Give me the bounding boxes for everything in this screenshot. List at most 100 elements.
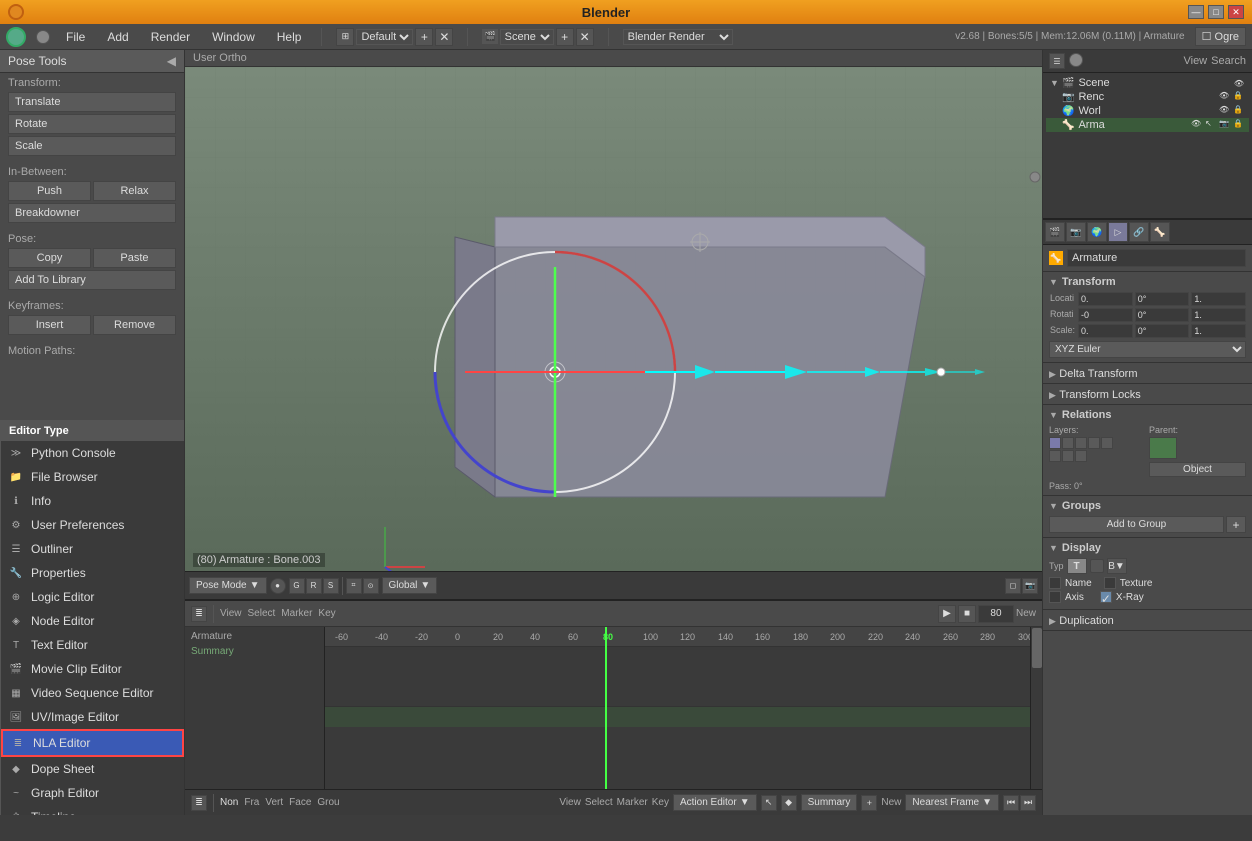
name-checkbox[interactable] <box>1049 577 1061 589</box>
renc-eye-icon[interactable]: 👁 <box>1219 91 1231 103</box>
properties-item[interactable]: 🔧 Properties <box>1 561 184 585</box>
marker-btn[interactable]: Marker <box>281 608 312 619</box>
summary-dropdown[interactable]: Summary <box>801 794 858 811</box>
worl-item[interactable]: 🌍 Worl 👁 🔒 <box>1046 104 1249 118</box>
prop-tab-object[interactable]: ▷ <box>1108 222 1128 242</box>
video-sequence-editor-item[interactable]: ▦ Video Sequence Editor <box>1 681 184 705</box>
global-dropdown[interactable]: Global ▼ <box>382 577 438 594</box>
add-group-plus-btn[interactable]: + <box>1226 516 1246 533</box>
timeline-scrollbar[interactable] <box>1030 627 1042 789</box>
paste-btn[interactable]: Paste <box>93 248 176 268</box>
file-browser-item[interactable]: 📁 File Browser <box>1 465 184 489</box>
timeline-scrollbar-thumb[interactable] <box>1032 628 1042 668</box>
graph-editor-item[interactable]: ~ Graph Editor <box>1 781 184 805</box>
ogre-check[interactable]: ☐ Ogre <box>1195 27 1246 46</box>
play-btn[interactable]: ▶ <box>938 605 956 623</box>
ogre-checkbox[interactable]: ☐ <box>1202 31 1212 43</box>
help-menu[interactable]: Help <box>271 28 308 46</box>
copy-btn[interactable]: Copy <box>8 248 91 268</box>
parent-box[interactable] <box>1149 437 1177 459</box>
rot-z[interactable] <box>1191 308 1246 322</box>
stop-btn[interactable]: ■ <box>958 605 976 623</box>
close-button[interactable]: ✕ <box>1228 5 1244 19</box>
rot-x[interactable] <box>1078 308 1133 322</box>
prop-tab-render[interactable]: 📷 <box>1066 222 1086 242</box>
render-icon[interactable]: ◻ <box>1005 578 1021 594</box>
scale-x[interactable] <box>1078 324 1133 338</box>
new-label[interactable]: New <box>881 797 901 808</box>
prop-tab-constraints[interactable]: 🔗 <box>1129 222 1149 242</box>
key-btn[interactable]: Key <box>318 608 335 619</box>
prev-frame-icon[interactable]: ⏮ <box>1003 795 1019 811</box>
layer-3[interactable] <box>1075 437 1087 449</box>
snap-icon[interactable]: ⌗ <box>346 578 362 594</box>
layer-1[interactable] <box>1049 437 1061 449</box>
search-label[interactable]: Search <box>1211 55 1246 67</box>
add-menu[interactable]: Add <box>101 28 134 46</box>
loc-x[interactable] <box>1078 292 1133 306</box>
snap2-icon[interactable]: ⊙ <box>363 578 379 594</box>
window-menu[interactable]: Window <box>206 28 261 46</box>
texture-checkbox[interactable] <box>1104 577 1116 589</box>
view-mode-icon[interactable] <box>1069 53 1083 67</box>
add-to-library-btn[interactable]: Add To Library <box>8 270 176 290</box>
new-icon[interactable]: + <box>861 795 877 811</box>
next-frame-icon[interactable]: ⏭ <box>1020 795 1036 811</box>
rotate-tool-icon[interactable]: R <box>306 578 322 594</box>
nla-editor-item[interactable]: ≣ NLA Editor <box>1 729 184 757</box>
arma-cursor-icon[interactable]: ↖ <box>1205 119 1217 131</box>
timeline-editor-icon[interactable]: ≣ <box>191 606 207 622</box>
viewport-canvas[interactable]: (80) Armature : Bone.003 <box>185 67 1042 571</box>
outliner-type-icon[interactable]: ☰ <box>1049 53 1065 69</box>
editor-type-btn[interactable]: ≣ <box>191 795 207 811</box>
view-btn[interactable]: View <box>220 608 242 619</box>
xray-checkbox[interactable]: ✓ <box>1100 591 1112 603</box>
push-btn[interactable]: Push <box>8 181 91 201</box>
movie-clip-editor-item[interactable]: 🎬 Movie Clip Editor <box>1 657 184 681</box>
transform-locks-section[interactable]: ▶ Transform Locks <box>1043 384 1252 405</box>
layer-4[interactable] <box>1088 437 1100 449</box>
layer-6[interactable] <box>1049 450 1061 462</box>
node-editor-item[interactable]: ◈ Node Editor <box>1 609 184 633</box>
text-editor-item[interactable]: T Text Editor <box>1 633 184 657</box>
view-bottom-label[interactable]: View <box>559 797 581 808</box>
timeline-item[interactable]: ⏱ Timeline <box>1 805 184 815</box>
rotate-btn[interactable]: Rotate <box>8 114 176 134</box>
maximize-button[interactable]: □ <box>1208 5 1224 19</box>
loc-z[interactable] <box>1191 292 1246 306</box>
renc-lock-icon[interactable]: 🔒 <box>1233 91 1245 103</box>
scene-add[interactable]: + <box>556 28 574 46</box>
translate-btn[interactable]: Translate <box>8 92 176 112</box>
loc-y[interactable] <box>1135 292 1190 306</box>
euler-select[interactable]: XYZ Euler <box>1049 341 1246 358</box>
display-solid-btn[interactable] <box>1090 559 1104 573</box>
arma-lock-icon[interactable]: 🔒 <box>1233 119 1245 131</box>
scale-y[interactable] <box>1135 324 1190 338</box>
cursor-icon[interactable]: ↖ <box>761 795 777 811</box>
action-editor-dropdown[interactable]: Action Editor ▼ <box>673 794 757 811</box>
layer-5[interactable] <box>1101 437 1113 449</box>
rot-y[interactable] <box>1135 308 1190 322</box>
python-console-item[interactable]: ≫ Python Console <box>1 441 184 465</box>
arma-eye-icon[interactable]: 👁 <box>1191 119 1203 131</box>
file-menu[interactable]: File <box>60 28 91 46</box>
pose-mode-dropdown[interactable]: Pose Mode ▼ <box>189 577 267 594</box>
info-item[interactable]: ℹ Info <box>1 489 184 513</box>
scale-btn[interactable]: Scale <box>8 136 176 156</box>
arma-render-icon[interactable]: 📷 <box>1219 119 1231 131</box>
insert-btn[interactable]: Insert <box>8 315 91 335</box>
duplication-section[interactable]: ▶ Duplication <box>1043 610 1252 631</box>
texture-T-btn[interactable]: T <box>1067 558 1087 574</box>
minimize-button[interactable]: — <box>1188 5 1204 19</box>
nearest-frame-dropdown[interactable]: Nearest Frame ▼ <box>905 794 999 811</box>
render-menu[interactable]: Render <box>145 28 196 46</box>
dope-sheet-item[interactable]: ◆ Dope Sheet <box>1 757 184 781</box>
layer-8[interactable] <box>1075 450 1087 462</box>
arma-item[interactable]: 🦴 Arma 👁 ↖ 📷 🔒 <box>1046 118 1249 132</box>
eye-icon[interactable]: 👁 <box>1233 77 1245 89</box>
layout-add[interactable]: + <box>415 28 433 46</box>
scene-dropdown[interactable]: Scene <box>500 29 554 45</box>
pivot-icon[interactable]: ● <box>270 578 286 594</box>
prop-tab-data[interactable]: 🦴 <box>1150 222 1170 242</box>
outliner-item[interactable]: ☰ Outliner <box>1 537 184 561</box>
